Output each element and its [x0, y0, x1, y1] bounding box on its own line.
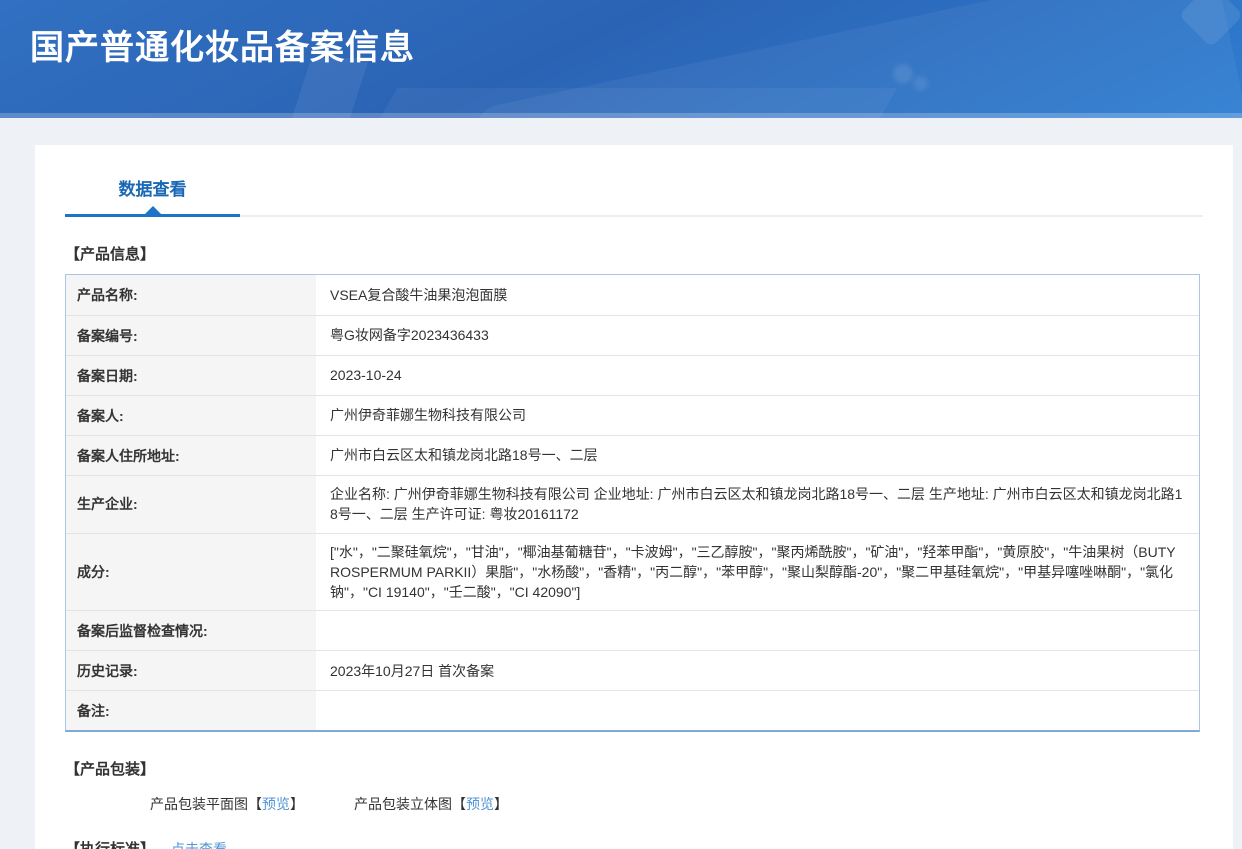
table-row-remarks: 备注:: [66, 690, 1199, 731]
banner-decor-dot: [913, 76, 928, 91]
row-label: 备案编号:: [66, 316, 316, 355]
row-value: 广州市白云区太和镇龙岗北路18号一、二层: [330, 447, 598, 464]
tab-active-triangle-icon: [144, 206, 161, 214]
row-value: 企业名称: 广州伊奇菲娜生物科技有限公司 企业地址: 广州市白云区太和镇龙岗北路…: [330, 486, 1183, 523]
row-value: [316, 611, 1199, 650]
tab-data-view[interactable]: 数据查看: [65, 175, 240, 217]
exec-standard-line: 【执行标准】 点击查看: [65, 838, 1203, 849]
table-row-record-date: 备案日期: 2023-10-24: [66, 355, 1199, 395]
row-value: VSEA复合酸牛油果泡泡面膜: [330, 286, 508, 303]
packaging-stereo-preview-link[interactable]: 预览: [466, 794, 494, 814]
banner-decor-dot: [893, 64, 913, 84]
row-label: 产品名称:: [66, 275, 316, 315]
row-label: 生产企业:: [66, 476, 316, 533]
section-title-product-package: 【产品包装】: [65, 761, 156, 779]
bracket-open: 【: [248, 796, 262, 813]
banner-bottom-strip: [0, 113, 1242, 118]
row-label: 备案后监督检查情况:: [66, 611, 316, 651]
bracket-open: 【: [452, 796, 466, 813]
tab-bar: 数据查看: [65, 175, 1203, 217]
row-label: 备案日期:: [66, 356, 316, 395]
packaging-preview-line: 产品包装平面图【预览】 产品包装立体图 【预览】: [150, 794, 1203, 814]
banner-decor-rect: [362, 88, 898, 118]
row-label: 备注:: [66, 691, 316, 731]
banner-decor-square: [1178, 0, 1242, 48]
row-label: 历史记录:: [66, 651, 316, 691]
row-value: ["水"，"二聚硅氧烷"，"甘油"，"椰油基葡糖苷"，"卡波姆"，"三乙醇胺"，…: [330, 543, 1176, 601]
section-title-product-info: 【产品信息】: [65, 246, 156, 263]
product-info-table: 产品名称: VSEA复合酸牛油果泡泡面膜 备案编号: 粤G妆网备字2023436…: [65, 274, 1200, 733]
row-value: 2023-10-24: [330, 367, 402, 384]
table-row-manufacturer: 生产企业: 企业名称: 广州伊奇菲娜生物科技有限公司 企业地址: 广州市白云区太…: [66, 475, 1199, 533]
packaging-stereo-label: 产品包装立体图: [354, 796, 452, 813]
bracket-close: 】: [290, 796, 304, 813]
table-row-record-number: 备案编号: 粤G妆网备字2023436433: [66, 315, 1199, 355]
row-value: 粤G妆网备字2023436433: [330, 327, 489, 344]
table-row-product-name: 产品名称: VSEA复合酸牛油果泡泡面膜: [66, 275, 1199, 315]
row-label: 成分:: [66, 533, 316, 611]
table-row-supervision: 备案后监督检查情况:: [66, 610, 1199, 651]
packaging-flat-label: 产品包装平面图: [150, 796, 248, 813]
page-title: 国产普通化妆品备案信息: [30, 29, 415, 67]
packaging-flat-preview-link[interactable]: 预览: [262, 794, 290, 814]
content-card: 数据查看 【产品信息】 产品名称: VSEA复合酸牛油果泡泡面膜 备案编号: 粤…: [35, 145, 1233, 849]
row-label: 备案人住所地址:: [66, 436, 316, 475]
row-value: 广州伊奇菲娜生物科技有限公司: [330, 407, 526, 424]
table-row-history: 历史记录: 2023年10月27日 首次备案: [66, 650, 1199, 691]
banner-decor-band: [468, 0, 1242, 118]
bracket-close: 】: [494, 796, 508, 813]
row-value: [316, 691, 1199, 730]
exec-standard-view-link[interactable]: 点击查看: [171, 839, 227, 849]
table-row-ingredients: 成分: ["水"，"二聚硅氧烷"，"甘油"，"椰油基葡糖苷"，"卡波姆"，"三乙…: [66, 532, 1199, 611]
table-row-registrant-address: 备案人住所地址: 广州市白云区太和镇龙岗北路18号一、二层: [66, 435, 1199, 475]
row-value: 2023年10月27日 首次备案: [330, 662, 495, 679]
tab-data-view-label: 数据查看: [118, 180, 187, 199]
page-header-banner: 国产普通化妆品备案信息: [0, 0, 1242, 118]
section-title-exec-standard: 【执行标准】: [65, 838, 155, 849]
table-row-registrant: 备案人: 广州伊奇菲娜生物科技有限公司: [66, 395, 1199, 435]
row-label: 备案人:: [66, 396, 316, 435]
